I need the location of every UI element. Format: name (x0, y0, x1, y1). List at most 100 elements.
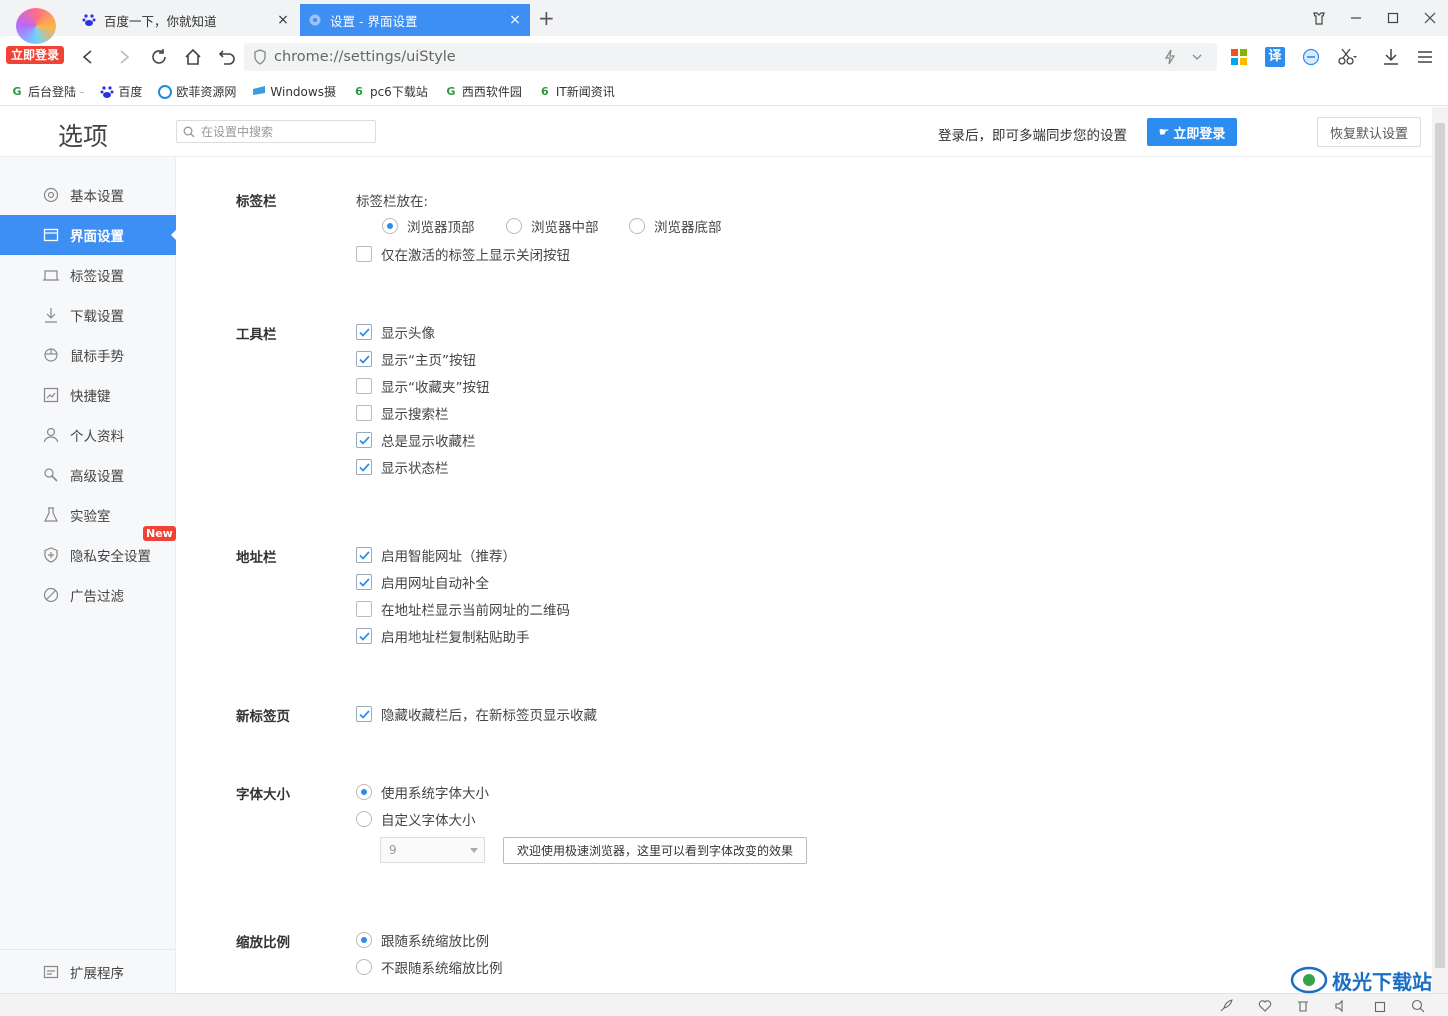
checkbox[interactable] (356, 324, 372, 340)
checkbox-smart-url[interactable]: 启用智能网址（推荐） (356, 545, 516, 565)
skin-icon[interactable] (1300, 0, 1337, 36)
tab-icon (42, 266, 60, 284)
minus-circle-icon[interactable] (1300, 46, 1322, 68)
rocket-icon[interactable] (1218, 998, 1234, 1014)
url-text: chrome://settings/uiStyle (274, 49, 456, 65)
sidebar-item-privacy[interactable]: 隐私安全设置 (0, 535, 176, 575)
shield-icon (253, 49, 267, 65)
checkbox[interactable] (356, 351, 372, 367)
checkbox[interactable] (356, 706, 372, 722)
checkbox-show-home[interactable]: 显示“主页”按钮 (356, 349, 476, 369)
close-icon[interactable]: × (276, 13, 290, 27)
sidebar-item-shortcut[interactable]: 快捷键 (0, 375, 176, 415)
radio-button[interactable] (356, 959, 372, 975)
close-window-icon[interactable] (1411, 0, 1448, 36)
radio-button[interactable] (506, 218, 522, 234)
radio-button[interactable] (382, 218, 398, 234)
window-restore-icon[interactable] (1373, 998, 1389, 1014)
checkbox-paste-helper[interactable]: 启用地址栏复制粘贴助手 (356, 626, 530, 646)
sidebar-item-tabs[interactable]: 标签设置 (0, 255, 176, 295)
radio-no-follow-zoom[interactable]: 不跟随系统缩放比例 (356, 957, 503, 977)
chevron-down-icon[interactable] (1191, 51, 1203, 63)
refresh-icon[interactable] (146, 44, 172, 70)
radio-tabbar-top[interactable]: 浏览器顶部 (382, 216, 475, 236)
scissors-icon[interactable] (1336, 46, 1358, 68)
home-icon[interactable] (180, 44, 206, 70)
sidebar-item-advanced[interactable]: 高级设置 (0, 455, 176, 495)
checkbox-show-statusbar[interactable]: 显示状态栏 (356, 457, 449, 477)
radio-button[interactable] (356, 932, 372, 948)
radio-follow-zoom[interactable]: 跟随系统缩放比例 (356, 930, 489, 950)
tab-baidu[interactable]: 百度一下，你就知道 × (74, 4, 298, 36)
radio-button[interactable] (356, 811, 372, 827)
address-bar[interactable]: chrome://settings/uiStyle (244, 43, 1217, 71)
checkbox[interactable] (356, 601, 372, 617)
bookmark-item[interactable]: 欧菲资源网 (158, 83, 236, 100)
close-icon[interactable]: × (508, 13, 522, 27)
radio-tabbar-bottom[interactable]: 浏览器底部 (629, 216, 722, 236)
checkbox[interactable] (356, 246, 372, 262)
translate-icon[interactable]: 译 (1264, 46, 1286, 68)
radio-button[interactable] (629, 218, 645, 234)
scrollbar[interactable] (1432, 107, 1448, 993)
sidebar-item-profile[interactable]: 个人资料 (0, 415, 176, 455)
sidebar-item-adblock[interactable]: 广告过滤 (0, 575, 176, 615)
tab-settings[interactable]: 设置 - 界面设置 × (300, 4, 530, 36)
bookmark-item[interactable]: 6 pc6下载站 (352, 83, 428, 100)
browser-logo[interactable]: 立即登录 (6, 6, 64, 66)
font-size-select[interactable]: 9 (380, 837, 485, 863)
checkbox[interactable] (356, 628, 372, 644)
login-button[interactable]: ☛ 立即登录 (1147, 118, 1237, 146)
bookmark-item[interactable]: G 西西软件园 (444, 83, 522, 100)
checkbox-show-searchbar[interactable]: 显示搜索栏 (356, 403, 449, 423)
checkbox[interactable] (356, 547, 372, 563)
back-icon[interactable] (75, 44, 101, 70)
radio-tabbar-middle[interactable]: 浏览器中部 (506, 216, 599, 236)
trash-icon[interactable] (1295, 998, 1311, 1014)
search-input[interactable]: 在设置中搜索 (176, 120, 376, 143)
checkbox[interactable] (356, 574, 372, 590)
forward-icon[interactable] (111, 44, 137, 70)
checkbox-url-autocomplete[interactable]: 启用网址自动补全 (356, 572, 489, 592)
checkbox-newtab-favorites[interactable]: 隐藏收藏栏后，在新标签页显示收藏 (356, 704, 597, 724)
checkbox[interactable] (356, 459, 372, 475)
bookmark-item[interactable]: Windows摄 (252, 83, 336, 100)
checkbox-close-only-active[interactable]: 仅在激活的标签上显示关闭按钮 (356, 244, 570, 264)
sidebar-item-ui[interactable]: 界面设置 (0, 215, 177, 255)
undo-icon[interactable] (214, 44, 240, 70)
search-placeholder: 在设置中搜索 (201, 125, 274, 139)
radio-button[interactable] (356, 784, 372, 800)
sidebar-item-basic[interactable]: 基本设置 (0, 175, 176, 215)
scrollbar-thumb[interactable] (1435, 123, 1445, 968)
sidebar-item-extensions[interactable]: 扩展程序 (0, 952, 176, 992)
checkbox-show-favorites[interactable]: 显示“收藏夹”按钮 (356, 376, 490, 396)
maximize-icon[interactable] (1374, 0, 1411, 36)
sidebar-item-mouse[interactable]: 鼠标手势 (0, 335, 176, 375)
checkbox-qrcode[interactable]: 在地址栏显示当前网址的二维码 (356, 599, 570, 619)
download-icon[interactable] (1380, 46, 1402, 68)
bookmark-item[interactable]: 百度 (100, 83, 142, 100)
sidebar-item-download[interactable]: 下载设置 (0, 295, 176, 335)
bookmark-item[interactable]: 6 IT新闻资讯 (538, 83, 615, 100)
new-tab-button[interactable]: + (538, 8, 555, 28)
checkbox-show-avatar[interactable]: 显示头像 (356, 322, 435, 342)
checkbox-always-bookmarks[interactable]: 总是显示收藏栏 (356, 430, 476, 450)
menu-icon[interactable] (1414, 46, 1436, 68)
heart-icon[interactable] (1257, 998, 1273, 1014)
radio-system-font[interactable]: 使用系统字体大小 (356, 782, 489, 802)
radio-custom-font[interactable]: 自定义字体大小 (356, 809, 476, 829)
speaker-icon[interactable] (1333, 998, 1349, 1014)
lightning-icon[interactable] (1163, 49, 1177, 65)
reset-defaults-button[interactable]: 恢复默认设置 (1317, 117, 1421, 147)
minimize-icon[interactable] (1337, 0, 1374, 36)
tab-label: 设置 - 界面设置 (330, 13, 418, 29)
bookmark-item[interactable]: G 后台登陆 - (10, 83, 84, 100)
checkbox[interactable] (356, 378, 372, 394)
zoom-icon[interactable] (1410, 998, 1426, 1014)
checkbox[interactable] (356, 405, 372, 421)
sidebar-footer: 扩展程序 (0, 949, 176, 993)
apps-icon[interactable] (1228, 46, 1250, 68)
login-badge[interactable]: 立即登录 (6, 46, 64, 64)
checkbox[interactable] (356, 432, 372, 448)
window-icon (42, 226, 60, 244)
